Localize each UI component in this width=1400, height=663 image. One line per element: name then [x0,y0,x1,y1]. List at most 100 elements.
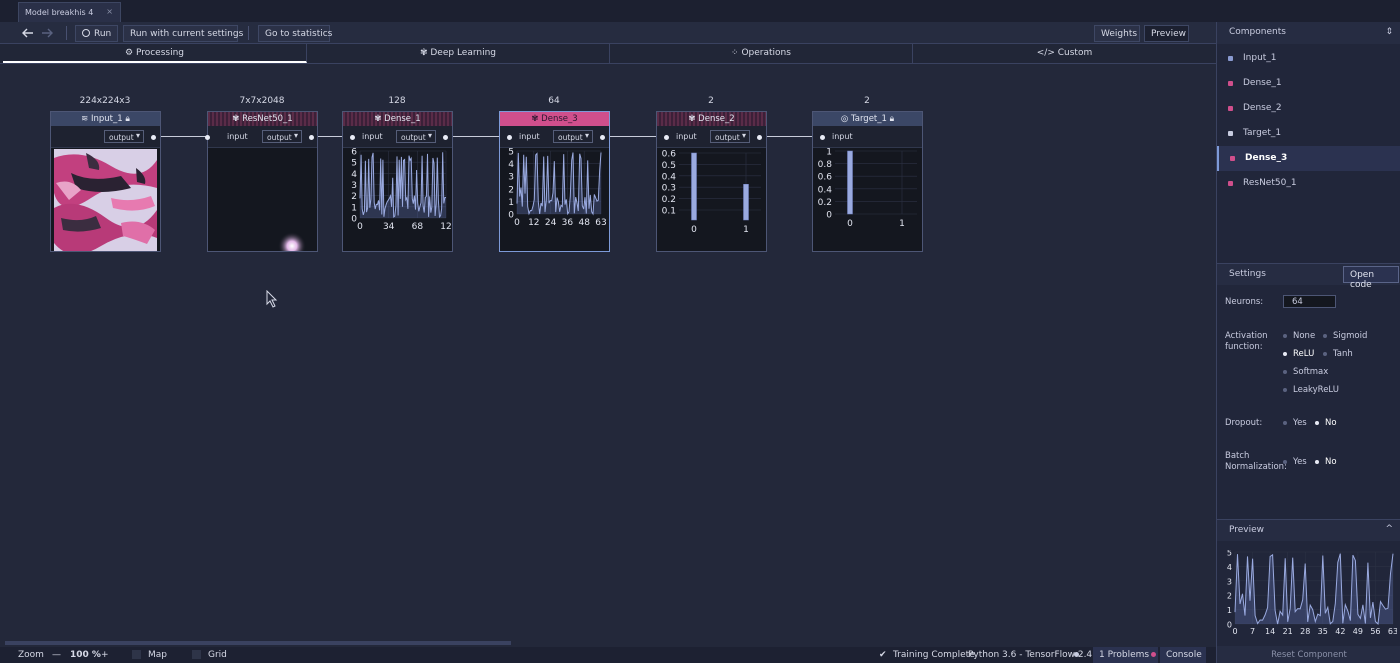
activation-sigmoid-radio[interactable]: Sigmoid [1323,331,1367,341]
radio-label: Yes [1293,418,1307,428]
preview-line-chart: 5432100 7 14 21 28 35 42 49 56 63 [1227,550,1397,636]
node-resnet50-1[interactable]: ✾ ResNet50_1 input output ▾ [205,111,318,260]
problems-button[interactable]: 1 Problems [1093,647,1158,663]
python-version: Python 3.6 - TensorFlow 2.4.1 [968,650,1101,660]
node-header[interactable]: ✾ Dense_3 [500,112,609,126]
redo-icon[interactable] [41,28,53,38]
x-tick-label: 36 [562,218,574,228]
tab-deep-learning[interactable]: ✾ Deep Learning [307,44,610,63]
y-tick-label: 0.4 [662,172,677,182]
neurons-input[interactable]: 64 [1283,295,1336,308]
go-to-statistics-button[interactable]: Go to statistics [258,25,332,42]
zoom-in-button[interactable]: + [101,650,109,660]
node-target-1[interactable]: ◎ Target_1 🔒︎ input 1 0.8 0.6 0.4 0.2 0 0 1 [812,111,923,252]
output-select[interactable]: output ▾ [553,130,593,143]
batchnorm-no-radio[interactable]: No [1315,457,1337,467]
output-select-value: output [109,133,134,142]
run-button[interactable]: Run [75,25,118,42]
input-port[interactable] [507,135,512,140]
node-dense-1[interactable]: ✾ Dense_1 input output ▾ 6 5 4 3 2 1 0 0 34 68 12 [342,111,453,252]
node-header[interactable]: ≋ Input_1 🔒︎ [51,112,160,126]
activation-none-radio[interactable]: None [1283,331,1315,341]
dropout-yes-radio[interactable]: Yes [1283,418,1307,428]
window-tab-bar: Model breakhis 4 × [0,0,1400,22]
node-dense-3[interactable]: ✾ Dense_3 input output ▾ 5 4 3 2 1 0 0 12 24 36 48 6… [499,111,610,252]
output-select[interactable]: output ▾ [262,130,302,143]
node-header[interactable]: ◎ Target_1 🔒︎ [813,112,922,126]
tab-custom[interactable]: </> Custom [913,44,1216,63]
x-tick-label: 12 [440,222,451,232]
x-tick-label: 68 [412,222,424,232]
input-port[interactable] [350,135,355,140]
component-item[interactable]: Dense_1 [1217,71,1400,96]
node-header[interactable]: ✾ ResNet50_1 [208,112,317,126]
dropout-no-radio[interactable]: No [1315,418,1337,428]
close-icon[interactable]: × [106,7,113,16]
node-dense-2[interactable]: ✾ Dense_2 input output ▾ 0.6 0.5 0.4 0.3 0.2 0… [656,111,767,252]
y-tick-label: 1 [826,148,832,158]
reset-component-button[interactable]: Reset Component [1217,646,1400,663]
activation-tanh-radio[interactable]: Tanh [1323,349,1353,359]
weights-button[interactable]: Weights [1094,25,1140,42]
y-tick-label: 3 [1227,577,1232,586]
brain-icon: ✾ [688,114,696,124]
output-select[interactable]: output ▾ [104,130,144,143]
input-port[interactable] [205,135,210,140]
chevron-up-icon[interactable]: ^ [1385,524,1393,534]
output-port[interactable] [600,135,605,140]
output-select[interactable]: output ▾ [396,130,436,143]
open-code-button[interactable]: Open code [1343,266,1399,290]
x-tick-label: 34 [383,222,395,232]
output-select-value: output [715,133,740,142]
tab-processing-label: Processing [135,48,184,58]
collapse-icon[interactable]: ⇕ [1385,27,1393,37]
output-port[interactable] [757,135,762,140]
node-input-1[interactable]: ≋ Input_1 🔒︎ output ▾ [50,111,161,255]
grid-label: Grid [208,650,227,660]
toolbar-divider [248,26,249,40]
radio-label: None [1293,331,1316,341]
tab-processing[interactable]: ⚙ Processing [3,44,307,63]
activation-softmax-radio[interactable]: Softmax [1283,367,1328,377]
code-icon: </> [1036,48,1055,58]
undo-icon[interactable] [22,28,34,38]
preview-button[interactable]: Preview [1144,25,1189,42]
layers-icon: ≋ [81,114,89,124]
map-checkbox[interactable] [132,650,141,659]
x-tick-label: 63 [595,218,606,228]
component-item[interactable]: ResNet50_1 [1217,171,1400,196]
x-tick-label: 1 [899,219,905,229]
node-shape-label: 224x224x3 [79,96,131,106]
tab-operations[interactable]: ⁘ Operations [610,44,913,63]
model-tab[interactable]: Model breakhis 4 × [18,2,121,22]
activation-relu-radio[interactable]: ReLU [1283,349,1314,359]
input-port[interactable] [664,135,669,140]
zoom-out-button[interactable]: — [52,650,61,660]
node-header[interactable]: ✾ Dense_1 [343,112,452,126]
x-tick-label: 7 [1250,627,1255,636]
y-tick-label: 4 [508,160,514,170]
component-color-icon [1230,156,1235,161]
console-button[interactable]: Console [1160,647,1206,663]
input-port[interactable] [820,135,825,140]
output-port[interactable] [151,135,156,140]
component-item[interactable]: Input_1 [1217,46,1400,71]
output-port[interactable] [443,135,448,140]
batchnorm-yes-radio[interactable]: Yes [1283,457,1307,467]
node-header[interactable]: ✾ Dense_2 [657,112,766,126]
output-port[interactable] [309,135,314,140]
component-item-selected[interactable]: Dense_3 [1217,146,1400,171]
output-select[interactable]: output ▾ [710,130,750,143]
horizontal-scrollbar[interactable] [5,641,511,645]
radio-selected-icon [1315,420,1319,425]
component-item[interactable]: Dense_2 [1217,96,1400,121]
output-select-value: output [267,133,292,142]
x-tick-label: 56 [1370,627,1380,636]
mouse-cursor-icon [266,290,278,308]
run-current-settings-button[interactable]: Run with current settings [123,25,243,42]
grid-checkbox[interactable] [192,650,201,659]
neurons-label: Neurons: [1225,297,1264,307]
component-item[interactable]: Target_1 [1217,121,1400,146]
dropout-label: Dropout: [1225,418,1263,428]
activation-leakyrelu-radio[interactable]: LeakyReLU [1283,385,1339,395]
